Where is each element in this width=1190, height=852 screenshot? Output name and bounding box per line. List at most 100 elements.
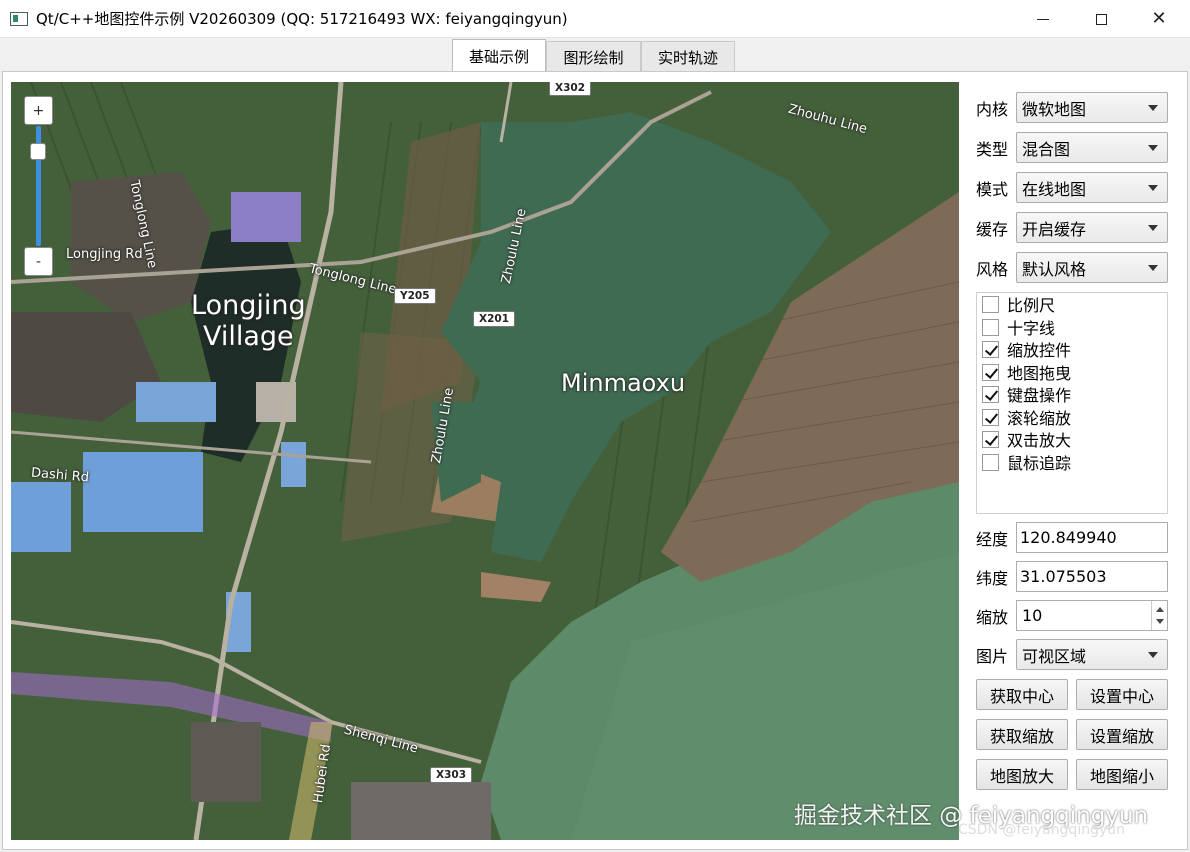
- road-shield-x201: X201: [473, 311, 516, 327]
- map-view[interactable]: Longjing Village Minmaoxu Tonglong Line L…: [11, 82, 959, 840]
- road-shield-x303: X303: [430, 767, 473, 783]
- get-zoom-button[interactable]: 获取缩放: [976, 719, 1068, 750]
- option-label: 鼠标追踪: [1007, 454, 1072, 473]
- option-label: 键盘操作: [1007, 386, 1072, 405]
- cache-label: 缓存: [976, 219, 1009, 239]
- set-zoom-button[interactable]: 设置缩放: [1076, 719, 1168, 750]
- mode-select[interactable]: 在线地图: [1016, 172, 1168, 203]
- spin-down-icon[interactable]: [1156, 619, 1164, 624]
- zoom-slider-handle[interactable]: [30, 143, 46, 160]
- close-icon: ✕: [1151, 8, 1167, 29]
- option-keyboard[interactable]: 键盘操作: [982, 383, 1071, 405]
- latitude-label: 纬度: [976, 568, 1009, 588]
- minimize-button[interactable]: [1014, 0, 1072, 38]
- option-label: 比例尺: [1007, 296, 1056, 315]
- map-label-longjing-rd: Longjing Rd: [66, 247, 143, 262]
- tab-track[interactable]: 实时轨迹: [641, 41, 735, 72]
- zoom-row: 缩放 10: [968, 600, 1168, 631]
- title-bar: Qt/C++地图控件示例 V20260309 (QQ: 517216493 WX…: [0, 0, 1190, 38]
- options-list: 比例尺 十字线 缩放控件 地图拖曳 键盘操作 滚轮缩放 双击放大 鼠标追踪: [976, 292, 1168, 514]
- option-zoom-control[interactable]: 缩放控件: [982, 338, 1071, 360]
- style-value: 默认风格: [1022, 259, 1087, 279]
- mode-row: 模式 在线地图: [968, 172, 1168, 203]
- control-panel: 内核 微软地图 类型 混合图 模式 在线地图 缓存 开启缓存 风格 默认风格 比…: [968, 82, 1180, 842]
- cache-select[interactable]: 开启缓存: [1016, 212, 1168, 243]
- set-center-button[interactable]: 设置中心: [1076, 679, 1168, 710]
- chevron-down-icon: [1148, 185, 1158, 191]
- satellite-imagery: [11, 82, 959, 840]
- maximize-button[interactable]: [1072, 0, 1130, 38]
- option-label: 滚轮缩放: [1007, 409, 1072, 428]
- checkbox-checked[interactable]: [982, 408, 999, 426]
- minimize-icon: [1037, 18, 1049, 20]
- kernel-label: 内核: [976, 99, 1009, 119]
- map-label-minmaoxu: Minmaoxu: [561, 369, 686, 397]
- type-row: 类型 混合图: [968, 132, 1168, 163]
- option-double-click-zoom[interactable]: 双击放大: [982, 428, 1071, 450]
- mode-label: 模式: [976, 179, 1009, 199]
- cache-value: 开启缓存: [1022, 219, 1087, 239]
- tab-basic[interactable]: 基础示例: [452, 39, 546, 72]
- checkbox-checked[interactable]: [982, 385, 999, 403]
- road-shield-x302: X302: [549, 82, 592, 96]
- longitude-field[interactable]: 120.849940: [1016, 522, 1168, 553]
- chevron-down-icon: [1148, 225, 1158, 231]
- zoom-in-control[interactable]: +: [24, 96, 53, 125]
- window-title: Qt/C++地图控件示例 V20260309 (QQ: 517216493 WX…: [36, 10, 568, 28]
- checkbox[interactable]: [982, 453, 999, 471]
- longitude-label: 经度: [976, 529, 1009, 549]
- option-crosshair[interactable]: 十字线: [982, 316, 1055, 338]
- option-mouse-tracking[interactable]: 鼠标追踪: [982, 451, 1071, 473]
- zoom-out-control[interactable]: -: [24, 247, 53, 276]
- longitude-row: 经度 120.849940: [968, 522, 1168, 553]
- image-select[interactable]: 可视区域: [1016, 639, 1168, 670]
- spin-buttons[interactable]: [1151, 601, 1167, 630]
- zoom-spinbox[interactable]: 10: [1016, 600, 1168, 631]
- latitude-row: 纬度 31.075503: [968, 561, 1168, 592]
- map-label-longjing-village: Longjing Village: [191, 290, 306, 352]
- chevron-down-icon: [1148, 652, 1158, 658]
- checkbox-checked[interactable]: [982, 363, 999, 381]
- checkbox[interactable]: [982, 318, 999, 336]
- image-label: 图片: [976, 646, 1009, 666]
- option-map-drag[interactable]: 地图拖曳: [982, 361, 1071, 383]
- type-value: 混合图: [1022, 139, 1071, 159]
- close-button[interactable]: ✕: [1130, 0, 1188, 38]
- road-shield-y205: Y205: [394, 288, 436, 304]
- kernel-row: 内核 微软地图: [968, 92, 1168, 123]
- chevron-down-icon: [1148, 265, 1158, 271]
- checkbox-checked[interactable]: [982, 430, 999, 448]
- chevron-down-icon: [1148, 145, 1158, 151]
- kernel-select[interactable]: 微软地图: [1016, 92, 1168, 123]
- cache-row: 缓存 开启缓存: [968, 212, 1168, 243]
- checkbox[interactable]: [982, 295, 999, 313]
- image-row: 图片 可视区域: [968, 639, 1168, 670]
- spin-up-icon[interactable]: [1156, 607, 1164, 612]
- app-icon: [10, 11, 28, 26]
- get-center-button[interactable]: 获取中心: [976, 679, 1068, 710]
- latitude-field[interactable]: 31.075503: [1016, 561, 1168, 592]
- style-label: 风格: [976, 259, 1009, 279]
- option-label: 地图拖曳: [1007, 364, 1072, 383]
- option-label: 十字线: [1007, 319, 1056, 338]
- option-label: 缩放控件: [1007, 341, 1072, 360]
- map-zoom-in-button[interactable]: 地图放大: [976, 759, 1068, 790]
- zoom-label: 缩放: [976, 607, 1009, 627]
- type-select[interactable]: 混合图: [1016, 132, 1168, 163]
- option-wheel-zoom[interactable]: 滚轮缩放: [982, 406, 1071, 428]
- tab-drawing[interactable]: 图形绘制: [546, 41, 641, 72]
- style-select[interactable]: 默认风格: [1016, 252, 1168, 283]
- checkbox-checked[interactable]: [982, 340, 999, 358]
- type-label: 类型: [976, 139, 1009, 159]
- map-zoom-out-button[interactable]: 地图缩小: [1076, 759, 1168, 790]
- chevron-down-icon: [1148, 105, 1158, 111]
- zoom-value: 10: [1022, 606, 1043, 625]
- option-label: 双击放大: [1007, 431, 1072, 450]
- kernel-value: 微软地图: [1022, 99, 1087, 119]
- maximize-icon: [1095, 13, 1107, 25]
- tab-bar: 基础示例 图形绘制 实时轨迹: [0, 38, 1190, 72]
- image-value: 可视区域: [1022, 646, 1087, 666]
- style-row: 风格 默认风格: [968, 252, 1168, 283]
- option-scale[interactable]: 比例尺: [982, 293, 1055, 315]
- mode-value: 在线地图: [1022, 179, 1087, 199]
